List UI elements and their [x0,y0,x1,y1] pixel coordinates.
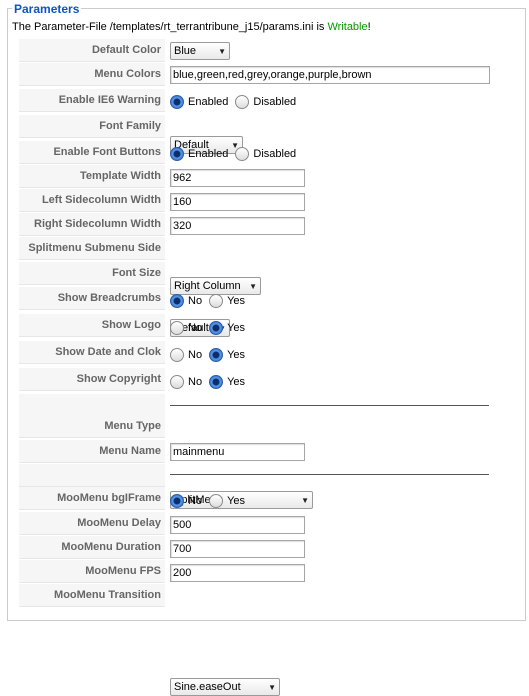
label-show-breadcrumbs: Show Breadcrumbs [19,287,165,310]
label-ie6-warning: Enable IE6 Warning [19,89,165,112]
moomenu-transition-select[interactable]: Sine.easeOut ▼ [170,678,280,696]
status-suffix: ! [367,21,371,33]
show-date-no: No [188,349,203,361]
show-copyright-radios: No Yes [170,373,252,391]
label-font-buttons: Enable Font Buttons [19,141,165,164]
radio-checked-icon[interactable] [170,147,184,161]
radio-checked-icon[interactable] [209,375,224,389]
label-show-copyright: Show Copyright [19,368,165,391]
show-date-radios: No Yes [170,346,252,364]
moomenu-transition-value: Sine.easeOut [174,681,241,693]
dropdown-arrow-icon: ▼ [218,47,226,56]
label-menu-name: Menu Name [19,440,165,463]
radio-unchecked-icon[interactable] [209,294,224,308]
label-splitmenu-side: Splitmenu Submenu Side [19,237,165,260]
moomenu-delay-input[interactable]: 500 [170,516,305,534]
label-spacer [19,394,165,417]
label-show-logo: Show Logo [19,314,165,337]
show-date-yes: Yes [227,349,246,361]
radio-unchecked-icon[interactable] [235,95,250,109]
label-font-family: Font Family [19,115,165,138]
label-spacer [19,464,165,487]
template-width-input[interactable]: 962 [170,169,305,187]
show-breadcrumbs-radios: No Yes [170,292,252,310]
label-left-sidecolumn: Left Sidecolumn Width [19,189,165,212]
divider-line [170,405,489,406]
radio-unchecked-icon[interactable] [170,348,184,362]
dropdown-arrow-icon: ▼ [268,683,276,692]
label-template-width: Template Width [19,165,165,188]
radio-checked-icon[interactable] [209,321,224,335]
show-copyright-yes: Yes [227,376,246,388]
label-moomenu-transition: MooMenu Transition [19,584,165,607]
radio-unchecked-icon[interactable] [170,375,184,389]
show-logo-no: No [188,322,203,334]
writable-status: The Parameter-File /templates/rt_terrant… [12,21,371,33]
left-sidecolumn-input[interactable]: 160 [170,193,305,211]
show-logo-yes: Yes [227,322,246,334]
status-prefix: The Parameter-File /templates/rt_terrant… [12,21,328,33]
radio-checked-icon[interactable] [170,494,184,508]
radio-checked-icon[interactable] [170,95,184,109]
divider-line [170,474,489,475]
moomenu-bgiframe-no: No [188,495,203,507]
menu-colors-input[interactable]: blue,green,red,grey,orange,purple,brown [170,66,490,84]
label-menu-type: Menu Type [19,415,165,438]
ie6-warning-disabled: Disabled [253,96,297,108]
label-menu-colors: Menu Colors [19,63,165,86]
radio-unchecked-icon[interactable] [235,147,250,161]
parameters-legend: Parameters [12,2,82,16]
right-sidecolumn-input[interactable]: 320 [170,217,305,235]
label-moomenu-bgiframe: MooMenu bgIFrame [19,487,165,510]
show-copyright-no: No [188,376,203,388]
label-show-date: Show Date and Clok [19,341,165,364]
label-moomenu-fps: MooMenu FPS [19,560,165,583]
default-color-select[interactable]: Blue ▼ [170,42,230,60]
font-buttons-disabled: Disabled [253,148,297,160]
ie6-warning-radios: Enabled Disabled [170,93,303,111]
radio-checked-icon[interactable] [209,348,224,362]
menu-name-input[interactable]: mainmenu [170,443,305,461]
label-moomenu-delay: MooMenu Delay [19,512,165,535]
moomenu-duration-input[interactable]: 700 [170,540,305,558]
font-buttons-radios: Enabled Disabled [170,145,303,163]
radio-unchecked-icon[interactable] [209,494,224,508]
default-color-value: Blue [174,45,197,57]
show-breadcrumbs-yes: Yes [227,295,246,307]
splitmenu-side-value: Right Column [174,280,241,292]
dropdown-arrow-icon: ▼ [301,496,309,505]
ie6-warning-enabled: Enabled [188,96,229,108]
radio-unchecked-icon[interactable] [170,321,184,335]
label-default-color: Default Color [19,39,165,62]
radio-checked-icon[interactable] [170,294,184,308]
moomenu-bgiframe-yes: Yes [227,495,246,507]
label-right-sidecolumn: Right Sidecolumn Width [19,213,165,236]
show-breadcrumbs-no: No [188,295,203,307]
label-moomenu-duration: MooMenu Duration [19,536,165,559]
moomenu-bgiframe-radios: No Yes [170,492,252,510]
status-state: Writable [327,21,368,33]
font-buttons-enabled: Enabled [188,148,229,160]
show-logo-radios: No Yes [170,319,252,337]
label-font-size: Font Size [19,262,165,285]
moomenu-fps-input[interactable]: 200 [170,564,305,582]
